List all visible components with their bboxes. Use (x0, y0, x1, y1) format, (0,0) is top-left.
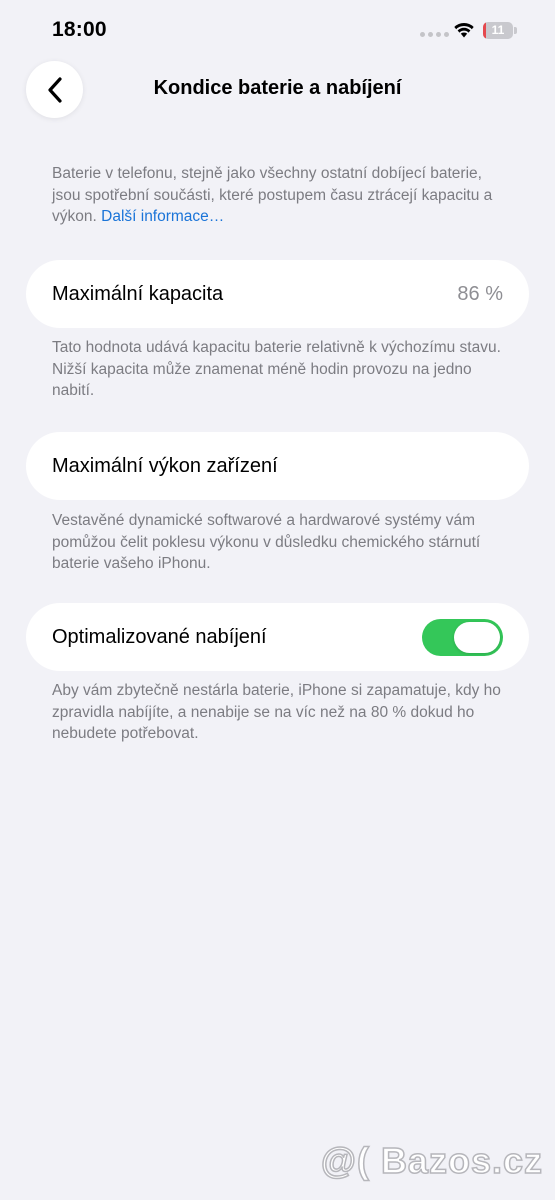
toggle-knob (454, 622, 500, 653)
optimized-charging-label: Optimalizované nabíjení (52, 626, 267, 648)
watermark: @( Bazos.cz (320, 1139, 543, 1182)
optimized-charging-toggle[interactable] (422, 619, 503, 656)
page-title: Kondice baterie a nabíjení (153, 77, 402, 99)
max-capacity-label: Maximální kapacita (52, 283, 224, 305)
status-bar: 18:00 11 (0, 0, 555, 60)
peak-performance-footnote: Vestavěné dynamické softwarové a hardwar… (52, 512, 481, 572)
more-info-link[interactable]: Další informace… (101, 208, 224, 225)
max-capacity-footnote: Tato hodnota udává kapacitu baterie rela… (52, 339, 501, 399)
wifi-icon (454, 23, 474, 38)
peak-performance-label: Maximální výkon zařízení (52, 455, 278, 477)
max-capacity-value: 86 % (457, 283, 503, 305)
status-time: 18:00 (52, 18, 107, 41)
battery-level: 11 (491, 23, 505, 37)
intro-text: Baterie v telefonu, stejně jako všechny … (52, 163, 512, 228)
cellular-signal-icon (420, 32, 449, 37)
optimized-charging-row: Optimalizované nabíjení (26, 603, 529, 671)
max-capacity-row[interactable]: Maximální kapacita 86 % (26, 260, 529, 328)
battery-icon: 11 (483, 22, 518, 40)
optimized-charging-footnote: Aby vám zbytečně nestárla baterie, iPhon… (52, 682, 501, 742)
peak-performance-row[interactable]: Maximální výkon zařízení (26, 432, 529, 500)
